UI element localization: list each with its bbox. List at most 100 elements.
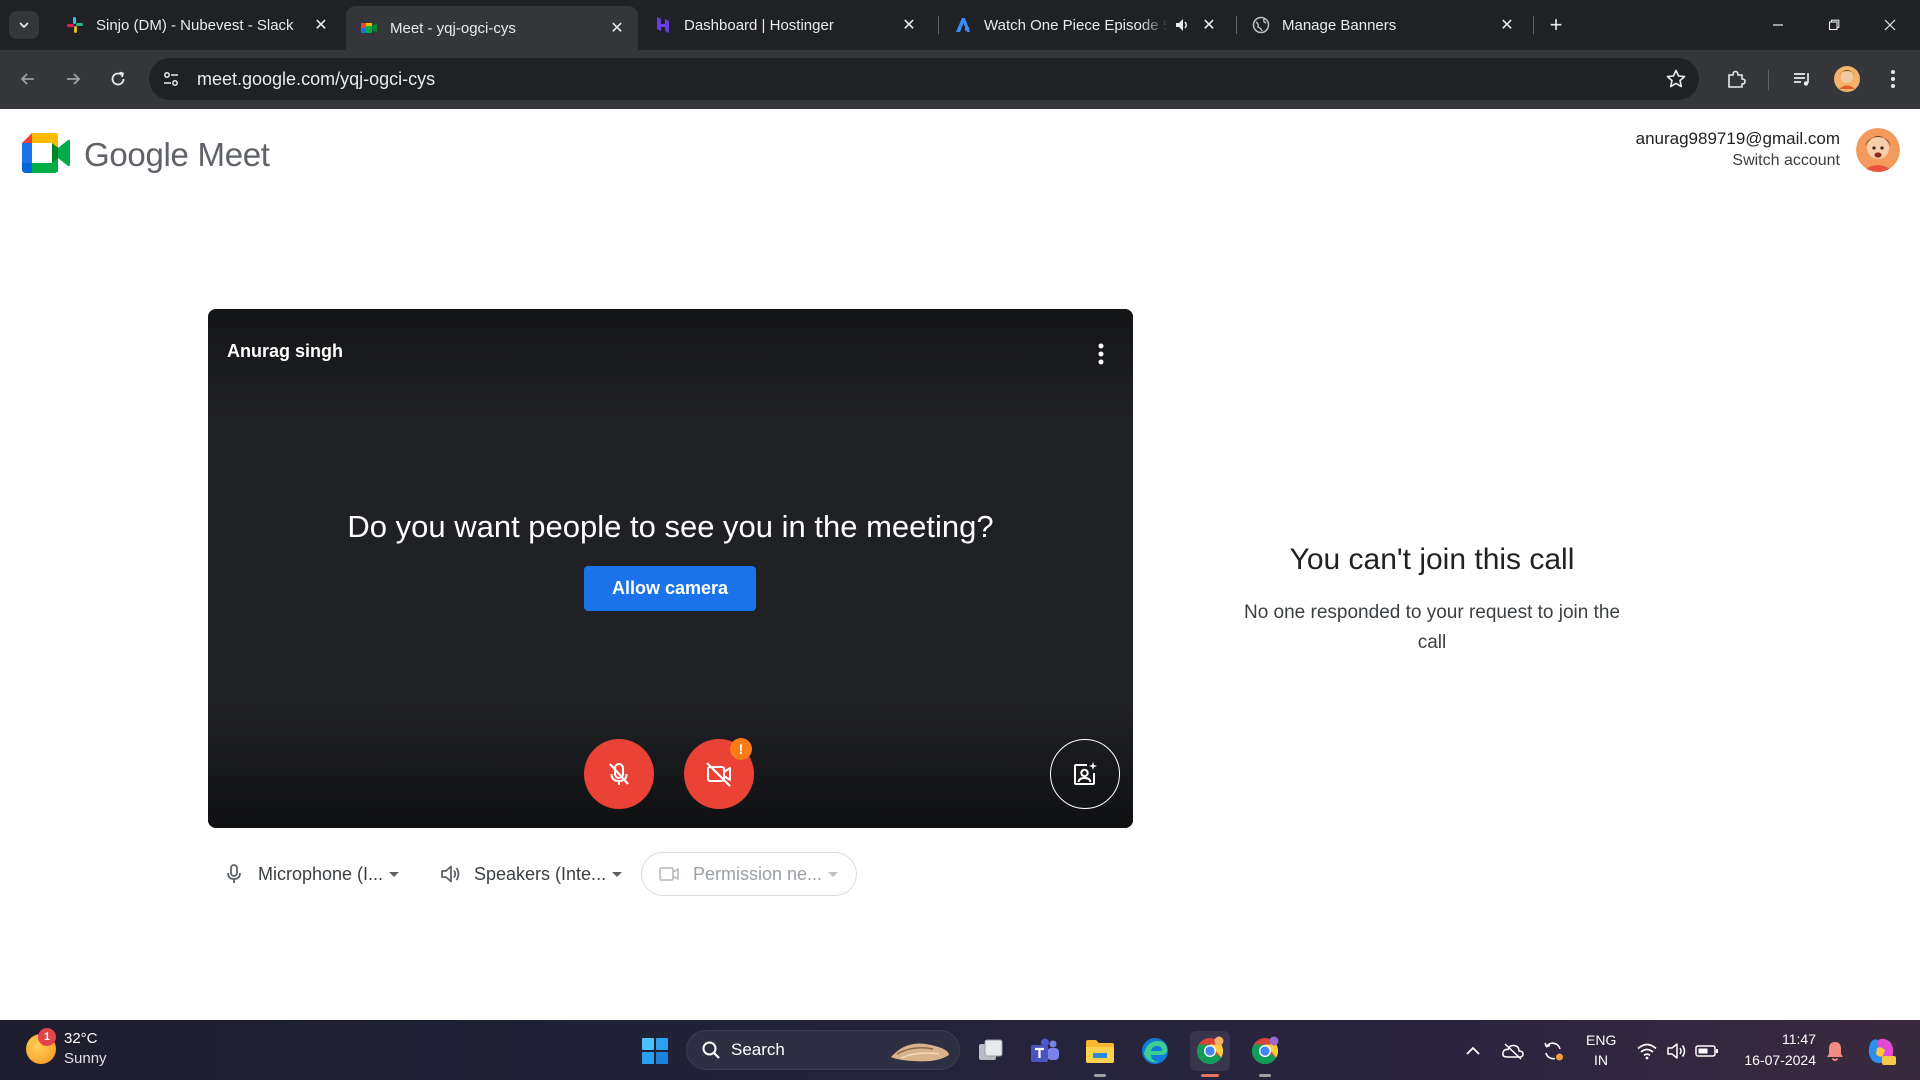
tab-separator [1533,16,1534,34]
task-view-button[interactable] [971,1031,1011,1071]
browser-tab-strip: Sinjo (DM) - Nubevest - Slack ✕ Meet - y… [0,0,1920,50]
tab-separator [938,16,939,34]
language-indicator[interactable]: ENG [1586,1032,1616,1048]
allow-camera-button[interactable]: Allow camera [584,566,756,611]
file-explorer-button[interactable] [1080,1031,1120,1071]
more-vert-icon [1891,70,1895,88]
tab-title: Dashboard | Hostinger [684,16,834,34]
weather-notification-badge: 1 [38,1028,56,1046]
weather-description: Sunny [64,1050,107,1067]
address-bar[interactable]: meet.google.com/yqj-ogci-cys [149,58,1699,100]
bookmark-star-button[interactable] [1665,68,1687,95]
edge-button[interactable] [1135,1031,1175,1071]
more-options-button[interactable] [1089,339,1113,369]
tab-slack[interactable]: Sinjo (DM) - Nubevest - Slack ✕ [52,6,342,44]
close-icon[interactable]: ✕ [608,19,626,37]
tab-manage-banners[interactable]: Manage Banners ✕ [1238,6,1528,44]
close-icon[interactable]: ✕ [1200,16,1218,34]
microphone-label: Microphone (I... [258,863,384,884]
new-tab-button[interactable]: + [1542,11,1570,39]
clock-date: 16-07-2024 [1744,1052,1816,1068]
chrome-profile-2-button[interactable] [1245,1031,1285,1071]
bell-icon [1827,1042,1843,1061]
visual-effects-button[interactable] [1050,739,1120,809]
avatar [1834,66,1860,92]
camera-selector[interactable]: Permission ne... [641,852,858,896]
google-meet-logo-icon[interactable] [22,133,70,173]
search-icon [702,1041,720,1059]
switch-account-link[interactable]: Switch account [1732,152,1840,170]
tab-hostinger[interactable]: Dashboard | Hostinger ✕ [640,6,930,44]
meet-brand-title: Google Meet [84,136,270,174]
extensions-button[interactable] [1721,64,1751,94]
microphone-selector[interactable]: Microphone (I... [222,852,400,896]
wifi-icon [1637,1043,1657,1060]
url-text[interactable]: meet.google.com/yqj-ogci-cys [197,69,435,90]
close-icon[interactable]: ✕ [1498,16,1516,34]
speaker-icon [438,862,462,886]
arrow-right-icon [67,73,81,85]
queue-music-icon [1794,73,1809,86]
cloud-off-icon [1502,1043,1524,1060]
toggle-microphone-button[interactable] [584,739,654,809]
battery-icon [1695,1045,1718,1057]
tab-separator [1236,16,1237,34]
search-highlight-icon [891,1043,949,1062]
speaker-icon[interactable] [1174,17,1190,33]
profile-button[interactable] [1832,64,1862,94]
brand-google-text: Google [84,136,189,173]
weather-temperature: 32°C [64,1030,98,1047]
chrome-icon [1196,1036,1224,1065]
sync-tray-icon[interactable] [1540,1036,1566,1066]
reload-icon [111,71,125,86]
tab-meet[interactable]: Meet - yqj-ogci-cys ✕ [346,6,638,50]
running-indicator-active [1201,1074,1219,1077]
tab-search-button[interactable] [9,11,39,39]
start-button[interactable] [635,1031,675,1071]
speaker-label: Speakers (Inte... [474,863,607,884]
taskbar-search[interactable]: Search [686,1030,960,1070]
onedrive-tray-icon[interactable] [1500,1036,1526,1066]
chrome-menu-button[interactable] [1878,64,1908,94]
windows-taskbar [0,1020,1920,1080]
tab-title: Sinjo (DM) - Nubevest - Slack [96,16,294,34]
notifications-button[interactable] [1822,1036,1848,1066]
teams-button[interactable] [1025,1031,1065,1071]
chrome-button[interactable] [1190,1031,1230,1071]
task-view-icon [979,1039,1003,1060]
videocam-off-icon [706,762,731,787]
clock-time[interactable]: 11:47 [1782,1031,1816,1047]
join-status-message: No one responded to your request to join… [1243,602,1621,653]
volume-tray-icon[interactable] [1664,1036,1690,1066]
browser-toolbar: meet.google.com/yqj-ogci-cys [0,50,1920,109]
copilot-icon [1868,1038,1896,1065]
account-avatar[interactable] [1856,128,1900,172]
tab-one-piece[interactable]: Watch One Piece Episode 5 ✕ [940,6,1230,44]
restore-button[interactable] [1806,0,1862,50]
close-icon[interactable]: ✕ [900,16,918,34]
close-window-button[interactable] [1862,0,1918,50]
wifi-tray-icon[interactable] [1634,1036,1660,1066]
close-icon[interactable]: ✕ [312,16,330,34]
tab-title: Manage Banners [1282,16,1397,34]
animeflix-icon [956,18,970,32]
caret-down-icon [389,871,400,877]
copilot-button[interactable] [1864,1036,1898,1066]
reload-button[interactable] [103,64,133,94]
windows-logo-icon [642,1038,668,1064]
portrait-effects-icon [1074,762,1097,785]
forward-button[interactable] [58,64,88,94]
battery-tray-icon[interactable] [1694,1036,1720,1066]
speaker-selector[interactable]: Speakers (Inte... [438,852,623,896]
video-preview: Anurag singh Do you want people to see y… [208,309,1133,828]
mic-off-icon [609,763,629,785]
tune-icon [164,72,178,86]
minimize-icon [1773,24,1783,26]
back-button[interactable] [13,64,43,94]
media-control-button[interactable] [1787,64,1817,94]
close-icon [1884,19,1896,31]
minimize-button[interactable] [1750,0,1806,50]
edge-icon [1142,1038,1168,1064]
show-hidden-icons-button[interactable] [1462,1036,1484,1066]
site-info-button[interactable] [151,59,191,99]
